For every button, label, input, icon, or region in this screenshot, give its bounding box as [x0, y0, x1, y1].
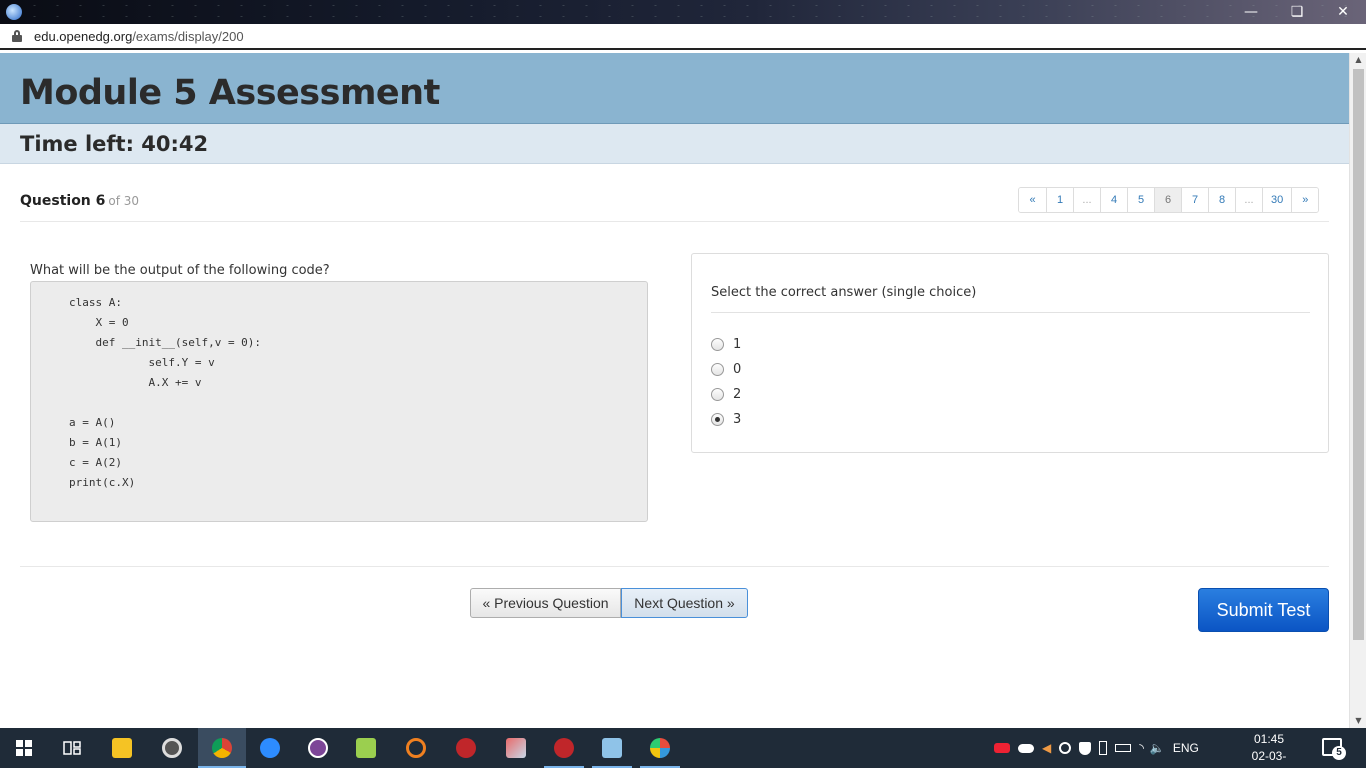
scroll-up-arrow-icon[interactable]: ▲ — [1350, 53, 1366, 67]
answer-option[interactable]: 0 — [711, 359, 741, 379]
paint-icon[interactable] — [636, 728, 684, 768]
paint-pencil-icon[interactable] — [492, 728, 540, 768]
network-app-icon[interactable] — [994, 743, 1010, 753]
pagination-page[interactable]: 4 — [1100, 188, 1127, 212]
radio-button[interactable] — [711, 337, 724, 351]
divider — [20, 221, 1329, 222]
input-language[interactable]: ENG — [1173, 741, 1199, 755]
task-view-icon[interactable] — [48, 728, 96, 768]
question-label: Question 6 — [20, 193, 106, 209]
battery-icon[interactable] — [1115, 744, 1132, 752]
answer-option[interactable]: 3 — [711, 409, 741, 429]
windows-taskbar: ◀ ◝ 🔈 ENG 01:45 02-03-2020 5 — [0, 728, 1366, 768]
file-explorer-icon[interactable] — [98, 728, 146, 768]
spider-app-2-icon[interactable] — [540, 728, 588, 768]
minimize-button[interactable]: — — [1228, 0, 1274, 24]
submit-test-button[interactable]: Submit Test — [1198, 588, 1329, 632]
notepad-plus-icon[interactable] — [342, 728, 390, 768]
code-block: class A: X = 0 def __init__(self,v = 0):… — [30, 281, 648, 522]
scroll-down-arrow-icon[interactable]: ▼ — [1350, 714, 1366, 728]
scrollbar-thumb[interactable] — [1353, 69, 1364, 640]
spider-app-icon[interactable] — [442, 728, 490, 768]
url-path: /exams/display/200 — [132, 29, 244, 44]
close-window-button[interactable]: ✕ — [1320, 0, 1366, 24]
notifications-icon[interactable]: 5 — [1322, 738, 1346, 760]
browser-title-bar: — ❏ ✕ — [0, 0, 1366, 24]
zoom-icon[interactable] — [246, 728, 294, 768]
pagination-page[interactable]: 6 — [1154, 188, 1181, 212]
address-bar[interactable]: edu.openedg.org/exams/display/200 — [0, 24, 1366, 50]
answer-option-label: 1 — [733, 336, 742, 352]
lock-icon[interactable] — [12, 30, 22, 42]
answer-panel: Select the correct answer (single choice… — [691, 253, 1329, 453]
radio-button[interactable] — [711, 362, 724, 376]
question-total: of 30 — [108, 194, 140, 208]
pagination-page[interactable]: 8 — [1208, 188, 1235, 212]
exam-header: Module 5 Assessment — [0, 53, 1349, 124]
wifi-icon[interactable]: ◝ — [1139, 741, 1144, 755]
url-domain: edu.openedg.org — [34, 29, 133, 44]
radio-button[interactable] — [711, 412, 724, 426]
url-text[interactable]: edu.openedg.org/exams/display/200 — [34, 29, 244, 44]
clock-time: 01:45 — [1253, 732, 1285, 746]
usb-device-icon[interactable] — [1099, 741, 1108, 755]
notepad-icon[interactable] — [588, 728, 636, 768]
chrome-icon[interactable] — [198, 728, 246, 768]
time-left: Time left: 40:42 — [20, 132, 209, 156]
pagination-ellipsis: ... — [1073, 188, 1100, 212]
divider — [711, 312, 1310, 313]
answer-option-label: 3 — [733, 411, 742, 427]
pagination-page[interactable]: 30 — [1262, 188, 1292, 212]
windows-start-icon[interactable] — [0, 728, 48, 768]
question-pagination: «1... 4 5 6 7 8... 30» — [1018, 187, 1320, 213]
previous-question-button[interactable]: « Previous Question — [470, 588, 621, 618]
volume-icon[interactable]: 🔈 — [1150, 741, 1165, 755]
answer-option[interactable]: 2 — [711, 384, 741, 404]
question-counter: Question 6 of 30 — [20, 193, 139, 209]
onedrive-icon[interactable] — [1018, 743, 1034, 753]
answer-option-label: 2 — [733, 386, 742, 402]
next-question-button[interactable]: Next Question » — [621, 588, 748, 618]
code-text: class A: X = 0 def __init__(self,v = 0):… — [69, 296, 262, 489]
pagination-page[interactable]: 7 — [1181, 188, 1208, 212]
taskbar-clock[interactable]: 01:45 02-03-2020 — [1244, 731, 1294, 768]
speaker-muted-icon[interactable]: ◀ — [1042, 741, 1051, 755]
security-shield-icon[interactable] — [1079, 741, 1092, 755]
pagination-page[interactable]: 1 — [1046, 188, 1073, 212]
ccleaner-icon[interactable] — [148, 728, 196, 768]
pagination-ellipsis: ... — [1235, 188, 1262, 212]
answer-option-label: 0 — [733, 361, 742, 377]
answer-instructions: Select the correct answer (single choice… — [711, 285, 977, 300]
restore-button[interactable]: ❏ — [1274, 0, 1320, 24]
timer-bar: Time left: 40:42 — [0, 124, 1349, 164]
system-tray: ◀ ◝ 🔈 ENG — [994, 728, 1199, 768]
page-title: Module 5 Assessment — [20, 73, 440, 113]
answer-option[interactable]: 1 — [711, 334, 741, 354]
divider — [20, 566, 1329, 567]
radio-button[interactable] — [711, 387, 724, 401]
clock-date: 02-03-2020 — [1251, 749, 1287, 768]
pagination-page[interactable]: 5 — [1127, 188, 1154, 212]
tor-icon[interactable] — [294, 728, 342, 768]
page-scrollbar[interactable]: ▲ ▼ — [1349, 53, 1366, 728]
pagination-first[interactable]: « — [1019, 188, 1046, 212]
eclipse-icon[interactable] — [392, 728, 440, 768]
notification-count: 5 — [1332, 746, 1346, 760]
question-prompt: What will be the output of the following… — [30, 263, 330, 278]
browser-app-icon[interactable] — [6, 4, 22, 20]
title-bar-background — [0, 0, 1366, 24]
ccleaner-tray-icon[interactable] — [1059, 742, 1072, 754]
pagination-last[interactable]: » — [1291, 188, 1319, 212]
